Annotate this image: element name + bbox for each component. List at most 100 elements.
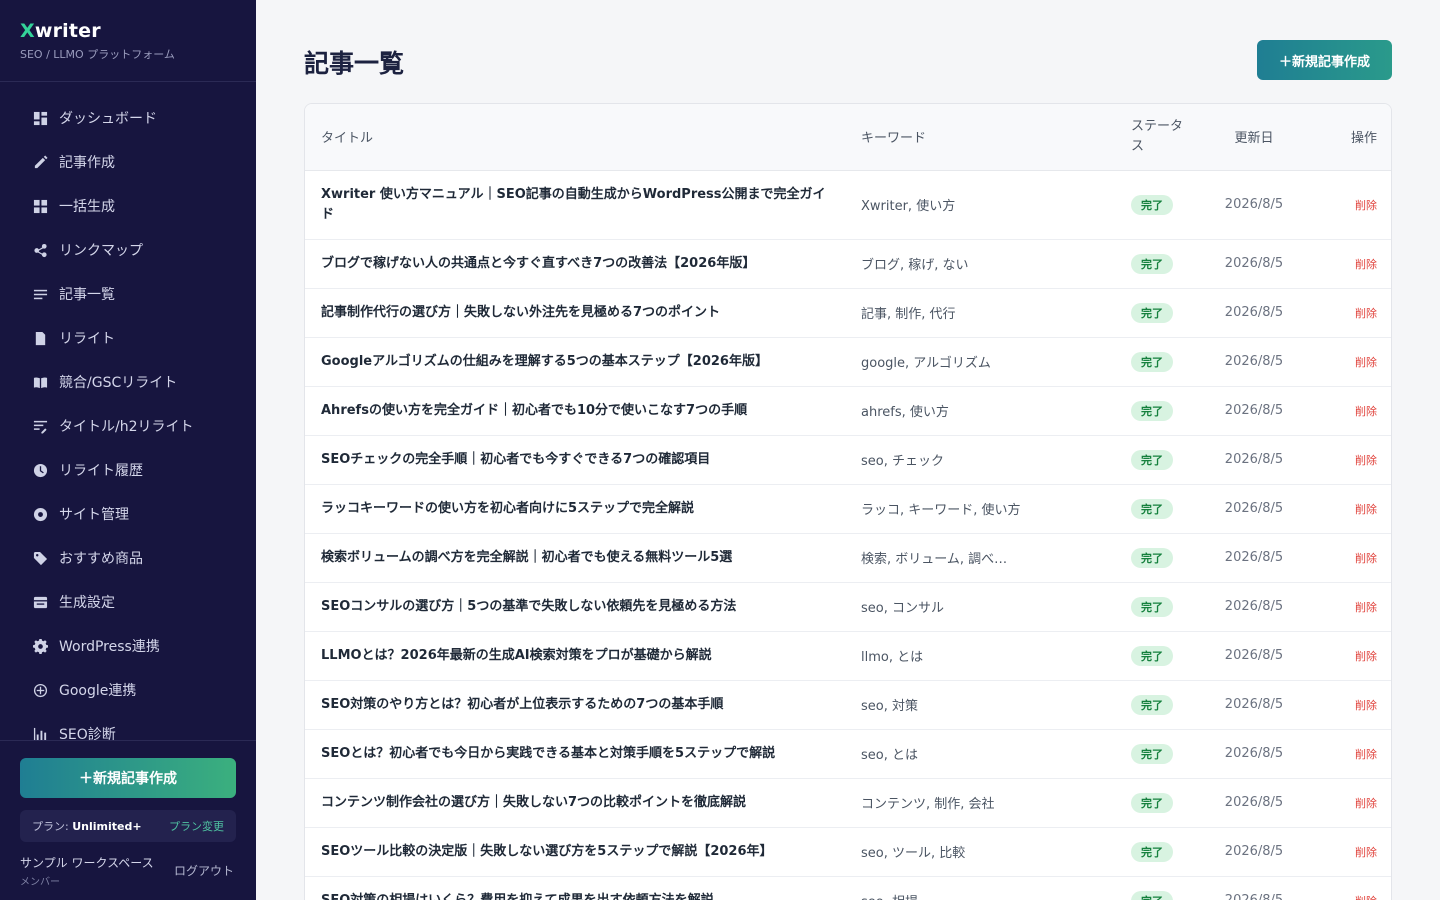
article-keyword: ラッコ, キーワード, 使い方	[861, 503, 1021, 518]
table-row[interactable]: 検索ボリュームの調べ方を完全解説｜初心者でも使える無料ツール5選 検索, ボリュー…	[305, 533, 1391, 582]
main-content: 記事一覧 ＋新規記事作成 タイトル キーワード ステータス 更新日 操作 Xwr…	[256, 0, 1440, 900]
table-row[interactable]: LLMOとは？2026年最新の生成AI検索対策をプロが基礎から解説 llmo, と…	[305, 631, 1391, 680]
table-row[interactable]: SEOツール比較の決定版｜失敗しない選び方を5ステップで解説【2026年】 seo…	[305, 827, 1391, 876]
article-title[interactable]: SEOコンサルの選び方｜5つの基準で失敗しない依頼先を見極める方法	[305, 582, 845, 631]
article-title[interactable]: ブログで稼げない人の共通点と今すぐ直すべき7つの改善法【2026年版】	[305, 239, 845, 288]
status-badge: 完了	[1131, 498, 1173, 519]
article-keyword: Xwriter, 使い方	[861, 199, 956, 214]
sidebar-item-11[interactable]: おすすめ商品	[0, 536, 256, 580]
delete-button[interactable]: 削除	[1355, 846, 1377, 859]
article-title[interactable]: SEOツール比較の決定版｜失敗しない選び方を5ステップで解説【2026年】	[305, 827, 845, 876]
sidebar-item-4[interactable]: リンクマップ	[0, 228, 256, 272]
delete-button[interactable]: 削除	[1355, 601, 1377, 614]
book-icon	[32, 374, 48, 390]
sidebar-new-article-button[interactable]: ＋新規記事作成	[20, 758, 236, 798]
article-keyword: seo, コンサル	[861, 601, 944, 616]
sidebar-item-6[interactable]: リライト	[0, 316, 256, 360]
article-keyword: seo, 相場	[845, 876, 1115, 900]
sidebar-footer: ＋新規記事作成 プラン: Unlimited+ プラン変更 サンプル ワークスペ…	[0, 740, 256, 900]
table-row[interactable]: Ahrefsの使い方を完全ガイド｜初心者でも10分で使いこなす7つの手順 ahre…	[305, 386, 1391, 435]
sidebar-item-label: 競合/GSCリライト	[59, 375, 178, 391]
table-row[interactable]: 記事制作代行の選び方｜失敗しない外注先を見極める7つのポイント 記事, 制作, 代…	[305, 288, 1391, 337]
article-title[interactable]: ラッコキーワードの使い方を初心者向けに5ステップで完全解説	[305, 484, 845, 533]
delete-button[interactable]: 削除	[1355, 895, 1377, 900]
action-cell: 削除	[1309, 778, 1391, 827]
article-keyword: seo, チェック	[861, 454, 944, 469]
updated-date: 2026/8/5	[1224, 452, 1284, 467]
article-title[interactable]: 検索ボリュームの調べ方を完全解説｜初心者でも使える無料ツール5選	[305, 533, 845, 582]
action-cell: 削除	[1309, 170, 1391, 239]
clock-icon	[32, 462, 48, 478]
article-title[interactable]: SEOとは？初心者でも今日から実践できる基本と対策手順を5ステップで解説	[305, 729, 845, 778]
delete-button[interactable]: 削除	[1355, 307, 1377, 320]
article-title[interactable]: LLMOとは？2026年最新の生成AI検索対策をプロが基礎から解説	[305, 631, 845, 680]
workspace-role: メンバー	[20, 877, 60, 888]
article-title[interactable]: 記事制作代行の選び方｜失敗しない外注先を見極める7つのポイント	[305, 288, 845, 337]
delete-button[interactable]: 削除	[1355, 356, 1377, 369]
brand-logo[interactable]: Xwriter	[20, 20, 236, 42]
delete-button[interactable]: 削除	[1355, 748, 1377, 761]
delete-button[interactable]: 削除	[1355, 650, 1377, 663]
table-row[interactable]: SEOチェックの完全手順｜初心者でも今すぐできる7つの確認項目 seo, チェック…	[305, 435, 1391, 484]
bar-chart-icon	[32, 726, 48, 740]
article-title[interactable]: SEO対策の相場はいくら？費用を抑えて成果を出す依頼方法を解説	[305, 876, 845, 900]
sidebar-item-3[interactable]: 一括生成	[0, 184, 256, 228]
status-badge: 完了	[1131, 890, 1173, 900]
delete-button[interactable]: 削除	[1355, 797, 1377, 810]
article-keyword: コンテンツ, 制作, 会社	[861, 797, 995, 812]
tag-icon	[32, 550, 48, 566]
sidebar-item-13[interactable]: WordPress連携	[0, 624, 256, 668]
sidebar-item-12[interactable]: 生成設定	[0, 580, 256, 624]
table-row[interactable]: Xwriter 使い方マニュアル｜SEO記事の自動生成からWordPress公開…	[305, 170, 1391, 239]
delete-button[interactable]: 削除	[1355, 503, 1377, 516]
article-title[interactable]: SEO対策のやり方とは？初心者が上位表示するための7つの基本手順	[305, 680, 845, 729]
sidebar-item-8[interactable]: タイトル/h2リライト	[0, 404, 256, 448]
delete-button[interactable]: 削除	[1355, 699, 1377, 712]
table-row[interactable]: ブログで稼げない人の共通点と今すぐ直すべき7つの改善法【2026年版】 ブログ, …	[305, 239, 1391, 288]
sidebar-item-label: 記事一覧	[59, 287, 115, 303]
table-row[interactable]: コンテンツ制作会社の選び方｜失敗しない7つの比較ポイントを徹底解説 コンテンツ, …	[305, 778, 1391, 827]
articles-table: タイトル キーワード ステータス 更新日 操作 Xwriter 使い方マニュアル…	[305, 104, 1391, 900]
sidebar-item-10[interactable]: サイト管理	[0, 492, 256, 536]
workspace-name: サンプル ワークスペース	[20, 856, 154, 870]
plan-change-link[interactable]: プラン変更	[169, 818, 224, 834]
column-header-status: ステータス	[1115, 104, 1199, 171]
table-row[interactable]: Googleアルゴリズムの仕組みを理解する5つの基本ステップ【2026年版】 go…	[305, 337, 1391, 386]
delete-button[interactable]: 削除	[1355, 552, 1377, 565]
logout-link[interactable]: ログアウト	[174, 862, 234, 879]
table-row[interactable]: SEOとは？初心者でも今日から実践できる基本と対策手順を5ステップで解説 seo,…	[305, 729, 1391, 778]
gear-icon	[32, 638, 48, 654]
table-row[interactable]: SEO対策のやり方とは？初心者が上位表示するための7つの基本手順 seo, 対策 完…	[305, 680, 1391, 729]
sidebar-item-9[interactable]: リライト履歴	[0, 448, 256, 492]
status-badge: 完了	[1131, 694, 1173, 715]
action-cell: 削除	[1309, 386, 1391, 435]
sidebar-item-14[interactable]: Google連携	[0, 668, 256, 712]
header-new-article-button[interactable]: ＋新規記事作成	[1257, 40, 1392, 80]
delete-button[interactable]: 削除	[1355, 199, 1377, 212]
sidebar-item-15[interactable]: SEO診断	[0, 712, 256, 740]
table-row[interactable]: SEOコンサルの選び方｜5つの基準で失敗しない依頼先を見極める方法 seo, コン…	[305, 582, 1391, 631]
delete-button[interactable]: 削除	[1355, 258, 1377, 271]
article-title[interactable]: Xwriter 使い方マニュアル｜SEO記事の自動生成からWordPress公開…	[305, 170, 845, 239]
article-keyword: seo, とは	[861, 748, 918, 763]
article-title[interactable]: Googleアルゴリズムの仕組みを理解する5つの基本ステップ【2026年版】	[305, 337, 845, 386]
delete-button[interactable]: 削除	[1355, 405, 1377, 418]
sidebar-item-1[interactable]: ダッシュボード	[0, 96, 256, 140]
article-title[interactable]: SEOチェックの完全手順｜初心者でも今すぐできる7つの確認項目	[305, 435, 845, 484]
column-header-updated: 更新日	[1199, 104, 1309, 171]
sidebar-item-5[interactable]: 記事一覧	[0, 272, 256, 316]
article-title[interactable]: コンテンツ制作会社の選び方｜失敗しない7つの比較ポイントを徹底解説	[305, 778, 845, 827]
updated-date: 2026/8/5	[1224, 697, 1284, 712]
sidebar-item-2[interactable]: 記事作成	[0, 140, 256, 184]
brand-logo-x: X	[20, 20, 35, 42]
table-row[interactable]: ラッコキーワードの使い方を初心者向けに5ステップで完全解説 ラッコ, キーワード,…	[305, 484, 1391, 533]
status-badge: 完了	[1131, 743, 1173, 764]
action-cell: 削除	[1309, 435, 1391, 484]
table-row[interactable]: SEO対策の相場はいくら？費用を抑えて成果を出す依頼方法を解説seo, 相場完了…	[305, 876, 1391, 900]
sidebar-item-7[interactable]: 競合/GSCリライト	[0, 360, 256, 404]
status-cell: 完了	[1115, 631, 1199, 680]
plan-box: プラン: Unlimited+ プラン変更	[20, 810, 236, 842]
delete-button[interactable]: 削除	[1355, 454, 1377, 467]
sidebar: Xwriter SEO / LLMO プラットフォーム ダッシュボード 記事作成一…	[0, 0, 256, 900]
article-title[interactable]: Ahrefsの使い方を完全ガイド｜初心者でも10分で使いこなす7つの手順	[305, 386, 845, 435]
